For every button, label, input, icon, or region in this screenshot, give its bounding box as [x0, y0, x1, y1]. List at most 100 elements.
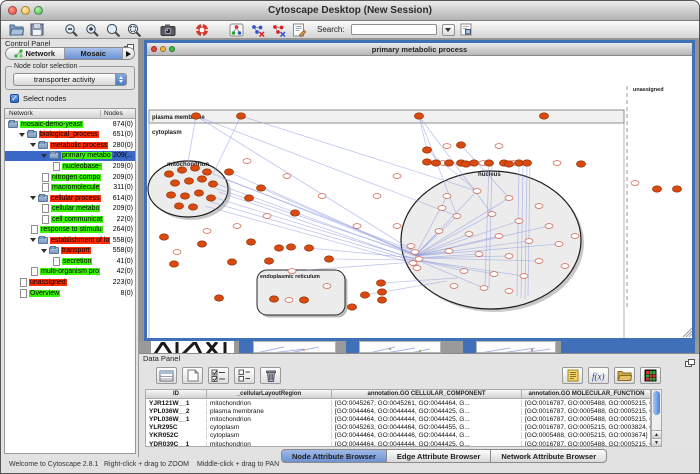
tree-row[interactable]: nitrogen compo209(0) [5, 172, 135, 183]
control-panel: Control Panel Network Mosaic Node color … [1, 39, 139, 457]
expander-icon[interactable] [30, 238, 36, 242]
window-peek-border[interactable] [463, 341, 476, 353]
title-bar[interactable]: Cytoscape Desktop (New Session) [1, 1, 699, 21]
tab-mosaic[interactable]: Mosaic [65, 48, 124, 59]
folder-icon [49, 247, 59, 254]
expander-icon[interactable] [41, 154, 47, 158]
window-peek-border[interactable] [561, 341, 695, 353]
annotation-icon[interactable] [290, 22, 308, 38]
snapshot-icon[interactable] [159, 22, 177, 38]
tree-row[interactable]: primary metabo209(... [5, 151, 135, 162]
network-view-window[interactable]: primary metabolic process plasma membran… [144, 40, 695, 341]
close-icon[interactable] [151, 46, 157, 52]
network-canvas[interactable]: plasma membranecytoplasmmitochondrionnuc… [147, 56, 692, 338]
node-color-dropdown[interactable]: transporter activity [13, 73, 127, 86]
search-input[interactable] [351, 24, 437, 35]
window-peek-border[interactable] [346, 341, 359, 353]
expander-icon[interactable] [30, 196, 36, 200]
network-window-peek[interactable] [476, 341, 556, 353]
table-row[interactable]: YPL036W__2plasma membrane[GO:0044464, GO… [146, 407, 650, 415]
import-list-icon[interactable] [562, 367, 583, 384]
network-window-titlebar[interactable]: primary metabolic process [147, 43, 692, 56]
zoom-in-icon[interactable] [83, 22, 101, 38]
column-header[interactable]: _cellularLayoutRegion [207, 390, 332, 398]
tree-row[interactable]: multi-organism pro42(0) [5, 267, 135, 278]
tree-row[interactable]: transport558(0) [5, 246, 135, 257]
tree-row[interactable]: cellular process614(0) [5, 193, 135, 204]
show-all-icon[interactable] [269, 22, 287, 38]
column-network[interactable]: Network [5, 110, 101, 117]
network-window-peek[interactable] [359, 341, 441, 353]
tree-row[interactable]: Overview8(0) [5, 288, 135, 299]
group-label: Node color selection [12, 63, 79, 71]
expander-icon[interactable] [19, 133, 25, 137]
attribute-select-icon[interactable] [156, 367, 177, 384]
minimize-icon[interactable] [160, 46, 166, 52]
table-row[interactable]: YLR295Ccytoplasm[GO:0045263, GO:0044464,… [146, 424, 650, 432]
window-peek-border[interactable] [239, 341, 253, 353]
tab-edge-attribute-browser[interactable]: Edge Attribute Browser [387, 449, 491, 463]
function-builder-icon[interactable]: f(x) [588, 367, 609, 384]
node-color-selection-group: Node color selection transporter activit… [5, 66, 135, 90]
column-header[interactable]: ID [146, 390, 207, 398]
zoom-selected-icon[interactable] [104, 22, 122, 38]
attribute-grid-icon[interactable] [234, 367, 255, 384]
tree-row[interactable]: unassigned223(0) [5, 277, 135, 288]
tree-row[interactable]: macromolecule311(0) [5, 182, 135, 193]
node-count: 209(0) [113, 163, 133, 170]
scroll-up-icon[interactable]: ▲ [652, 430, 661, 438]
zoom-fit-icon[interactable] [125, 22, 143, 38]
tree-row[interactable]: biological_process651(0) [5, 130, 135, 141]
zoom-window-icon[interactable] [169, 46, 175, 52]
scrollbar-thumb[interactable] [653, 391, 660, 415]
expander-icon[interactable] [41, 249, 47, 253]
search-dropdown-icon[interactable] [442, 24, 455, 36]
network-desktop: primary metabolic process plasma membran… [139, 39, 700, 353]
svg-text:endoplasmic reticulum: endoplasmic reticulum [260, 274, 320, 280]
scroll-down-icon[interactable]: ▼ [652, 438, 661, 446]
vizmapper-icon[interactable] [227, 22, 245, 38]
file-icon [42, 215, 49, 224]
table-row[interactable]: YJR121W__1mitochondrion[GO:0045267, GO:0… [146, 399, 650, 407]
node-count: 558(0) [113, 247, 133, 254]
save-icon[interactable] [28, 22, 46, 38]
column-nodes[interactable]: Nodes [101, 110, 135, 117]
delete-attribute-icon[interactable] [260, 367, 281, 384]
help-icon[interactable] [193, 22, 211, 38]
window-title: Cytoscape Desktop (New Session) [1, 1, 699, 21]
hide-selected-icon[interactable] [248, 22, 266, 38]
tab-node-attribute-browser[interactable]: Node Attribute Browser [281, 449, 387, 463]
checkbox-checked-icon[interactable]: ✓ [10, 94, 19, 103]
table-row[interactable]: YKR052Ccytoplasm[GO:0044464, GO:0044446,… [146, 432, 650, 440]
tree-row[interactable]: response to stimulu264(0) [5, 224, 135, 235]
tree-row[interactable]: nucleobase-209(0) [5, 161, 135, 172]
tree-row[interactable]: establishment of lo558(0) [5, 235, 135, 246]
search-settings-icon[interactable] [458, 22, 476, 38]
tree-row[interactable]: metabolic process280(0) [5, 140, 135, 151]
attribute-checklist-icon[interactable] [208, 367, 229, 384]
select-nodes-option[interactable]: ✓ Select nodes [10, 94, 66, 103]
matrix-icon[interactable] [640, 367, 661, 384]
table-row[interactable]: YPL036W__1mitochondrion[GO:0044464, GO:0… [146, 415, 650, 423]
tab-network[interactable]: Network [6, 48, 65, 59]
table-scrollbar[interactable]: ▲ ▼ [651, 389, 662, 447]
expander-icon[interactable] [30, 143, 36, 147]
table-row[interactable]: YDR039C__1mitochondrion[GO:0044464, GO:0… [146, 440, 650, 447]
network-window-peek[interactable] [253, 341, 336, 353]
open-icon[interactable] [7, 22, 25, 38]
column-header[interactable]: annotation.GO CELLULAR_COMPONENT [332, 390, 522, 398]
zoom-out-icon[interactable] [62, 22, 80, 38]
new-attribute-icon[interactable] [182, 367, 203, 384]
tree-row[interactable]: cellular metabo209(0) [5, 203, 135, 214]
status-hint-zoom: Right-click + drag to ZOOM [104, 461, 189, 468]
tree-row[interactable]: secretion41(0) [5, 256, 135, 267]
column-header[interactable]: annotation.GO MOLECULAR_FUNCTION [522, 390, 651, 398]
open-attributes-icon[interactable] [614, 367, 635, 384]
tree-row[interactable]: mosaic-demo-yeast874(0) [5, 119, 135, 130]
network-window-title: primary metabolic process [372, 45, 467, 54]
tab-network-attribute-browser[interactable]: Network Attribute Browser [491, 449, 607, 463]
tab-overflow-icon[interactable] [123, 48, 134, 59]
tree-row[interactable]: cell communicat22(0) [5, 214, 135, 225]
overview-window-peek[interactable] [151, 341, 234, 353]
network-label: Overview [29, 290, 60, 297]
